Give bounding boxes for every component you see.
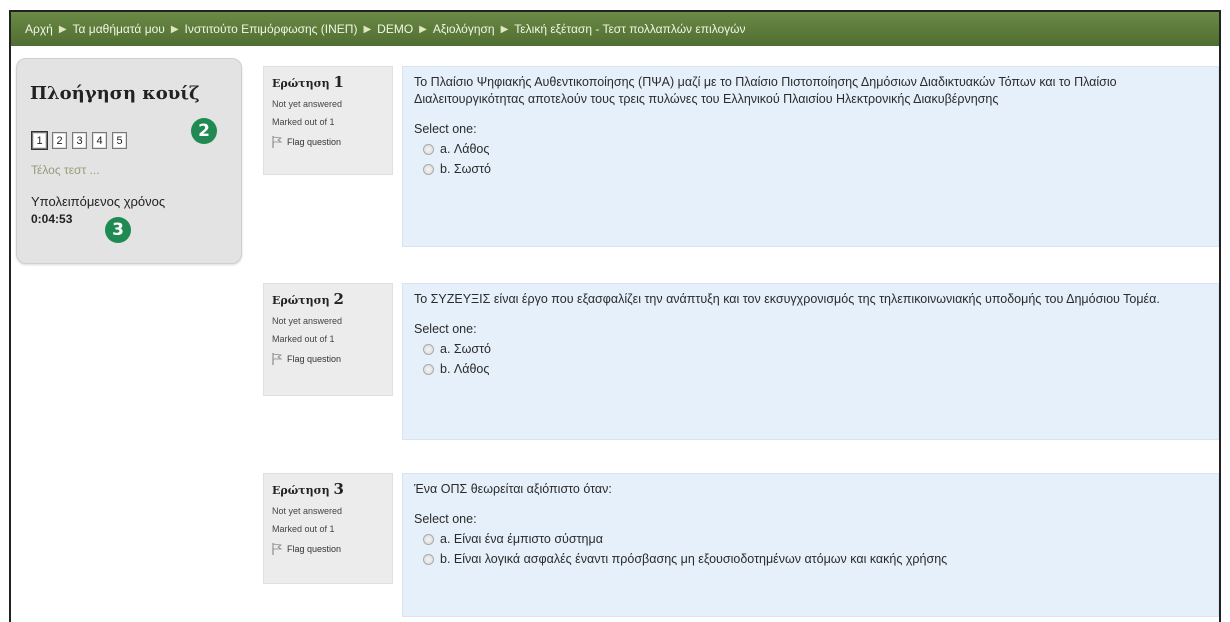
answer-option-a[interactable]: a. Σωστό xyxy=(423,342,1207,356)
annotation-marker-3: 3 xyxy=(105,217,131,243)
breadcrumb-separator-icon: ▶ xyxy=(58,23,67,35)
question-state: Not yet answered xyxy=(272,316,343,326)
question-nav-button-1[interactable]: 1 xyxy=(31,131,48,150)
question-grade: Marked out of 1 xyxy=(272,117,335,127)
answer-option-b[interactable]: b. Λάθος xyxy=(423,362,1207,376)
flag-icon xyxy=(272,136,282,148)
breadcrumb-home-link[interactable]: Αρχή xyxy=(25,22,53,36)
question-2-info: Ερώτηση 2 Not yet answered Marked out of… xyxy=(263,283,393,396)
radio-button[interactable] xyxy=(423,163,434,175)
breadcrumb-institute-link[interactable]: Ινστιτούτο Επιμόρφωσης (ΙΝΕΠ) xyxy=(185,22,358,36)
time-left-label: Υπολειπόμενος χρόνος xyxy=(31,194,166,209)
annotation-marker-2: 2 xyxy=(191,118,217,144)
breadcrumb-assessment-link[interactable]: Αξιολόγηση xyxy=(433,22,495,36)
page-frame: Αρχή ▶ Τα μαθήματά μου ▶ Ινστιτούτο Επιμ… xyxy=(9,10,1221,622)
answer-option-a[interactable]: a. Είναι ένα έμπιστο σύστημα xyxy=(423,532,1207,546)
question-3-content: Ένα ΟΠΣ θεωρείται αξιόπιστο όταν: Select… xyxy=(402,473,1219,617)
question-nav-button-5[interactable]: 5 xyxy=(112,132,127,149)
flag-question-link[interactable]: Flag question xyxy=(272,543,384,555)
breadcrumb: Αρχή ▶ Τα μαθήματά μου ▶ Ινστιτούτο Επιμ… xyxy=(11,12,1219,46)
breadcrumb-separator-icon: ▶ xyxy=(419,23,427,35)
breadcrumb-separator-icon: ▶ xyxy=(500,23,509,35)
question-3-info: Ερώτηση 3 Not yet answered Marked out of… xyxy=(263,473,393,584)
question-2-content: Το ΣΥΖΕΥΞΙΣ είναι έργο που εξασφαλίζει τ… xyxy=(402,283,1219,440)
question-nav-button-4[interactable]: 4 xyxy=(92,132,107,149)
question-text: Ένα ΟΠΣ θεωρείται αξιόπιστο όταν: xyxy=(414,482,612,496)
breadcrumb-separator-icon: ▶ xyxy=(170,23,179,35)
answer-option-b[interactable]: b. Σωστό xyxy=(423,162,1207,176)
question-grade: Marked out of 1 xyxy=(272,334,335,344)
question-state: Not yet answered xyxy=(272,99,343,109)
flag-icon xyxy=(272,543,282,555)
quiz-navigation-title: Πλοήγηση κουίζ xyxy=(30,83,200,104)
radio-button[interactable] xyxy=(423,553,434,565)
question-nav-button-3[interactable]: 3 xyxy=(72,132,87,149)
question-nav-button-2[interactable]: 2 xyxy=(52,132,67,149)
breadcrumb-separator-icon: ▶ xyxy=(363,23,372,35)
radio-button[interactable] xyxy=(423,143,434,155)
answer-option-a[interactable]: a. Λάθος xyxy=(423,142,1207,156)
select-one-prompt: Select one: xyxy=(414,512,477,526)
radio-button[interactable] xyxy=(423,343,434,355)
finish-attempt-link[interactable]: Τέλος τεστ ... xyxy=(31,163,100,177)
question-1-info: Ερώτηση 1 Not yet answered Marked out of… xyxy=(263,66,393,175)
breadcrumb-demo-link[interactable]: DEMO xyxy=(377,22,413,36)
question-navigation: 1 2 3 4 5 xyxy=(31,131,127,150)
question-text: Το Πλαίσιο Ψηφιακής Αυθεντικοποίησης (ΠΨ… xyxy=(414,75,1117,106)
flag-question-link[interactable]: Flag question xyxy=(272,136,384,148)
question-1-content: Το Πλαίσιο Ψηφιακής Αυθεντικοποίησης (ΠΨ… xyxy=(402,66,1219,247)
question-grade: Marked out of 1 xyxy=(272,524,335,534)
breadcrumb-current-quiz-link[interactable]: Τελική εξέταση - Τεστ πολλαπλών επιλογών xyxy=(514,22,745,36)
question-number: Ερώτηση 3 xyxy=(272,480,344,498)
radio-button[interactable] xyxy=(423,363,434,375)
answer-option-b[interactable]: b. Είναι λογικά ασφαλές έναντι πρόσβασης… xyxy=(423,552,1207,566)
select-one-prompt: Select one: xyxy=(414,122,477,136)
radio-button[interactable] xyxy=(423,533,434,545)
breadcrumb-my-courses-link[interactable]: Τα μαθήματά μου xyxy=(73,22,165,36)
select-one-prompt: Select one: xyxy=(414,322,477,336)
time-left-value: 0:04:53 xyxy=(31,212,73,226)
flag-question-link[interactable]: Flag question xyxy=(272,353,384,365)
flag-icon xyxy=(272,353,282,365)
question-number: Ερώτηση 1 xyxy=(272,73,344,91)
question-number: Ερώτηση 2 xyxy=(272,290,344,308)
question-state: Not yet answered xyxy=(272,506,343,516)
question-text: Το ΣΥΖΕΥΞΙΣ είναι έργο που εξασφαλίζει τ… xyxy=(414,292,1160,306)
